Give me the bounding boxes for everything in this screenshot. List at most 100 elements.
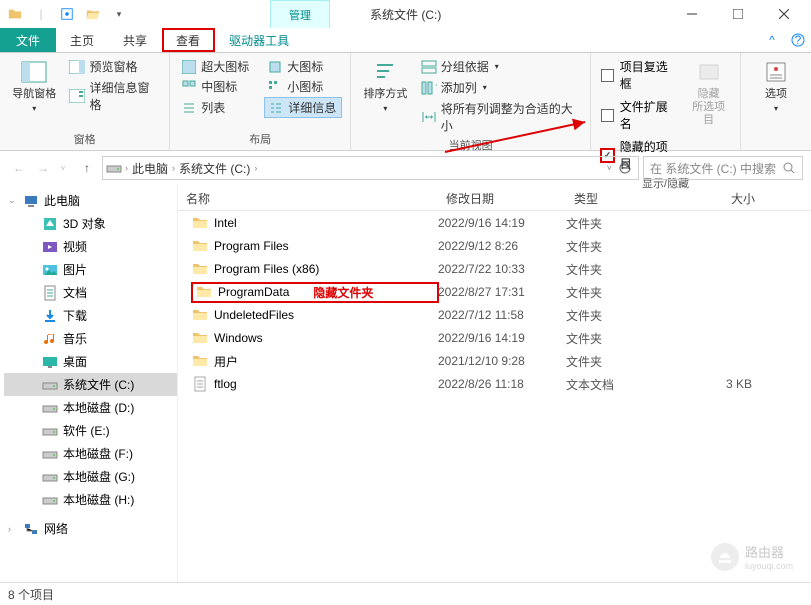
layout-group-label: 布局	[178, 129, 342, 148]
details-pane-button[interactable]: 详细信息窗格	[66, 78, 161, 114]
file-name: Windows	[214, 331, 263, 345]
col-date[interactable]: 修改日期	[438, 185, 566, 210]
file-type: 文件夹	[566, 238, 674, 255]
search-icon	[782, 161, 796, 175]
file-name: Program Files (x86)	[214, 262, 319, 276]
layout-extra-large[interactable]: 超大图标	[178, 57, 262, 76]
tree-item[interactable]: 3D 对象	[4, 212, 177, 235]
desktop-icon	[42, 354, 58, 370]
file-type: 文件夹	[566, 261, 674, 278]
close-button[interactable]	[761, 0, 807, 28]
crumb-drive[interactable]: 系统文件 (C:)	[176, 160, 253, 177]
up-button[interactable]: ↑	[76, 157, 98, 179]
tree-network[interactable]: ›网络	[4, 517, 177, 540]
checkbox-file-extensions[interactable]: 文件扩展名	[599, 97, 679, 133]
layout-large[interactable]: 大图标	[264, 57, 342, 76]
tree-item[interactable]: 本地磁盘 (H:)	[4, 488, 177, 511]
window-controls	[669, 0, 807, 28]
file-row[interactable]: UndeletedFiles2022/7/12 11:58文件夹	[192, 304, 811, 326]
tree-item[interactable]: 本地磁盘 (D:)	[4, 396, 177, 419]
tree-item[interactable]: 图片	[4, 258, 177, 281]
breadcrumb[interactable]: › 此电脑 › 系统文件 (C:) › ˅	[102, 156, 639, 180]
folder-icon	[196, 284, 212, 300]
tab-home[interactable]: 主页	[56, 28, 109, 52]
file-date: 2022/7/22 10:33	[438, 262, 566, 276]
minimize-button[interactable]	[669, 0, 715, 28]
ribbon-group-panes: 导航窗格▾ 预览窗格 详细信息窗格 窗格	[0, 53, 170, 150]
svg-text:?: ?	[795, 33, 802, 47]
file-type: 文本文档	[566, 376, 674, 393]
col-type[interactable]: 类型	[566, 185, 674, 210]
tree-this-pc[interactable]: ⌄此电脑	[4, 189, 177, 212]
tree-item[interactable]: 桌面	[4, 350, 177, 373]
navigation-pane[interactable]: ⌄此电脑3D 对象视频图片文档下载音乐桌面系统文件 (C:)本地磁盘 (D:)软…	[0, 185, 178, 582]
network-icon	[23, 521, 39, 537]
dropdown-icon[interactable]: ˅	[606, 163, 613, 173]
file-type: 文件夹	[566, 215, 674, 232]
search-input[interactable]: 在 系统文件 (C:) 中搜索	[643, 156, 803, 180]
nav-pane-button[interactable]: 导航窗格▾	[8, 57, 60, 116]
preview-pane-button[interactable]: 预览窗格	[66, 57, 161, 76]
qat-dropdown-icon[interactable]: ▾	[108, 3, 130, 25]
tab-share[interactable]: 共享	[109, 28, 162, 52]
drive-icon	[42, 423, 58, 439]
options-icon	[761, 59, 791, 85]
crumb-this-pc[interactable]: 此电脑	[129, 160, 171, 177]
tab-bar: 文件 主页 共享 查看 驱动器工具 ^ ?	[0, 28, 811, 53]
add-columns-button[interactable]: +添加列▾	[418, 78, 582, 97]
properties-icon[interactable]	[56, 3, 78, 25]
ribbon: 导航窗格▾ 预览窗格 详细信息窗格 窗格 超大图标 大图标 中图标 小图标 列表…	[0, 53, 811, 151]
file-row[interactable]: Program Files2022/9/12 8:26文件夹	[192, 235, 811, 257]
tree-item[interactable]: 音乐	[4, 327, 177, 350]
back-button[interactable]: ←	[8, 157, 30, 179]
maximize-button[interactable]	[715, 0, 761, 28]
fit-columns-button[interactable]: 将所有列调整为合适的大小	[418, 99, 582, 135]
panes-group-label: 窗格	[8, 129, 161, 148]
file-row[interactable]: Program Files (x86) 2022/7/22 10:33文件夹	[192, 258, 811, 280]
tree-item[interactable]: 系统文件 (C:)	[4, 373, 177, 396]
tab-view[interactable]: 查看	[162, 28, 215, 52]
tree-item[interactable]: 视频	[4, 235, 177, 258]
col-name[interactable]: 名称	[178, 185, 438, 210]
item-count: 8 个项目	[8, 586, 54, 603]
layout-medium[interactable]: 中图标	[178, 77, 262, 96]
file-row[interactable]: ftlog2022/8/26 11:18文本文档3 KB	[192, 373, 811, 395]
tab-drive-tools[interactable]: 驱动器工具	[215, 28, 304, 52]
forward-button[interactable]: →	[32, 157, 54, 179]
recent-dropdown[interactable]: ˅	[52, 157, 74, 179]
router-icon	[711, 543, 739, 571]
ribbon-expand-icon[interactable]: ^	[759, 28, 785, 52]
group-by-button[interactable]: 分组依据▾	[418, 57, 582, 76]
tree-item[interactable]: 文档	[4, 281, 177, 304]
folder-icon	[192, 353, 208, 369]
refresh-button[interactable]	[613, 161, 635, 175]
file-row[interactable]: 用户2021/12/10 9:28文件夹	[192, 350, 811, 372]
checkbox-item-checkboxes[interactable]: 项目复选框	[599, 57, 679, 93]
file-name: ProgramData	[218, 285, 289, 299]
tree-item[interactable]: 软件 (E:)	[4, 419, 177, 442]
layout-details[interactable]: 详细信息	[264, 97, 342, 118]
file-date: 2022/9/16 14:19	[438, 331, 566, 345]
tree-item[interactable]: 本地磁盘 (G:)	[4, 465, 177, 488]
drive-icon	[42, 469, 58, 485]
col-size[interactable]: 大小	[674, 185, 764, 210]
file-row[interactable]: Intel2022/9/16 14:19文件夹	[192, 212, 811, 234]
pc-icon	[23, 193, 39, 209]
drive-icon	[42, 400, 58, 416]
status-bar: 8 个项目	[0, 582, 811, 605]
sort-button[interactable]: 排序方式▾	[359, 57, 412, 116]
file-row[interactable]: ProgramData隐藏文件夹2022/8/27 17:31文件夹	[192, 281, 811, 303]
file-type: 文件夹	[566, 353, 674, 370]
file-row[interactable]: Windows2022/9/16 14:19文件夹	[192, 327, 811, 349]
chevron-right-icon[interactable]: ›	[253, 163, 258, 173]
layout-small[interactable]: 小图标	[264, 77, 342, 96]
tab-file[interactable]: 文件	[0, 28, 56, 52]
tree-item[interactable]: 本地磁盘 (F:)	[4, 442, 177, 465]
picture-icon	[42, 262, 58, 278]
folder-open-icon[interactable]	[82, 3, 104, 25]
options-button[interactable]: 选项▾	[749, 57, 803, 116]
layout-list[interactable]: 列表	[178, 97, 262, 118]
folder-icon[interactable]	[4, 3, 26, 25]
tree-item[interactable]: 下载	[4, 304, 177, 327]
help-icon[interactable]: ?	[785, 28, 811, 52]
